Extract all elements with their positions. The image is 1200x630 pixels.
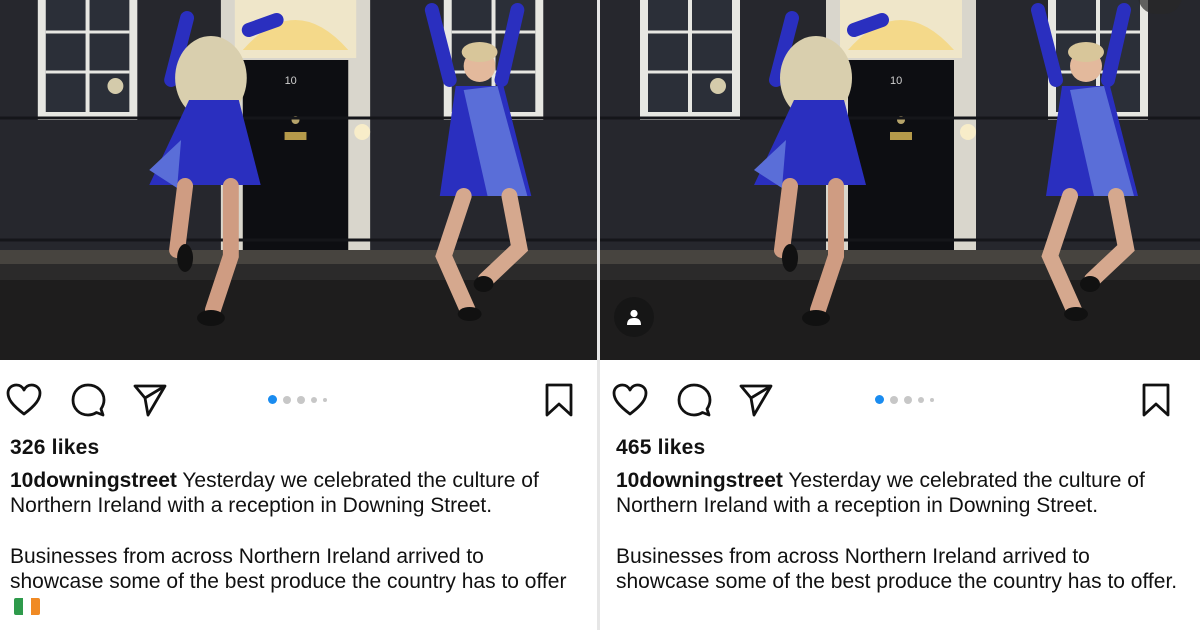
comment-icon (677, 383, 712, 417)
carousel-dot (875, 395, 884, 404)
dancers-photo: 10 (0, 0, 597, 360)
caption-paragraph-1: 10downingstreet Yesterday we celebrated … (616, 468, 1186, 518)
post-photo[interactable]: 10 (600, 0, 1200, 360)
bookmark-icon (545, 383, 573, 417)
flag-stripe-orange (31, 598, 40, 615)
caption-paragraph-2: Businesses from across Northern Ireland … (10, 544, 580, 619)
carousel-dot (311, 396, 317, 403)
share-button[interactable] (738, 382, 774, 418)
flag-stripe-white (22, 598, 32, 615)
share-icon (133, 384, 167, 417)
comment-icon (71, 383, 106, 417)
door-number: 10 (285, 75, 297, 87)
carousel-dot (297, 395, 305, 404)
action-bar (600, 360, 1200, 436)
action-bar (0, 360, 597, 436)
carousel-dot (323, 397, 327, 402)
dancers-photo: 10 (600, 0, 1200, 360)
post-caption: 10downingstreet Yesterday we celebrated … (616, 468, 1186, 594)
post-photo[interactable]: 10 (0, 0, 597, 360)
save-button[interactable] (541, 382, 577, 418)
heart-icon (612, 383, 648, 416)
post-caption: 10downingstreet Yesterday we celebrated … (10, 468, 580, 619)
save-button[interactable] (1138, 382, 1174, 418)
carousel-dot (904, 395, 912, 404)
comment-button[interactable] (676, 382, 712, 418)
carousel-dot (268, 395, 277, 404)
share-icon (739, 384, 773, 417)
likes-count[interactable]: 326 likes (10, 436, 99, 460)
instagram-post-left: 10 326 likes 10downingstreet Yesterday w… (0, 0, 597, 630)
carousel-dot (918, 396, 924, 403)
carousel-dot (890, 395, 898, 404)
flag-stripe-green (14, 598, 23, 615)
person-tag-icon (627, 309, 641, 325)
share-button[interactable] (132, 382, 168, 418)
door-number: 10 (890, 75, 902, 87)
like-button[interactable] (6, 382, 42, 418)
caption-text-2: Businesses from across Northern Ireland … (10, 545, 567, 593)
heart-icon (6, 383, 42, 416)
ireland-flag-icon (14, 598, 40, 615)
carousel-indicator (875, 395, 934, 404)
tagged-people-button[interactable] (614, 297, 654, 337)
caption-text-2: Businesses from across Northern Ireland … (616, 545, 1178, 593)
comment-button[interactable] (70, 382, 106, 418)
likes-count[interactable]: 465 likes (616, 436, 705, 460)
carousel-dot (283, 395, 291, 404)
like-button[interactable] (612, 382, 648, 418)
comparison-view: 10 326 likes 10downingstreet Yesterday w… (0, 0, 1200, 630)
carousel-indicator (268, 395, 327, 404)
username-link[interactable]: 10downingstreet (10, 469, 177, 492)
caption-paragraph-1: 10downingstreet Yesterday we celebrated … (10, 468, 580, 518)
caption-paragraph-2: Businesses from across Northern Ireland … (616, 544, 1186, 594)
instagram-post-right: 10 465 likes 10downingstreet Yesterday w… (600, 0, 1200, 630)
carousel-dot (930, 397, 934, 402)
username-link[interactable]: 10downingstreet (616, 469, 783, 492)
bookmark-icon (1142, 383, 1170, 417)
